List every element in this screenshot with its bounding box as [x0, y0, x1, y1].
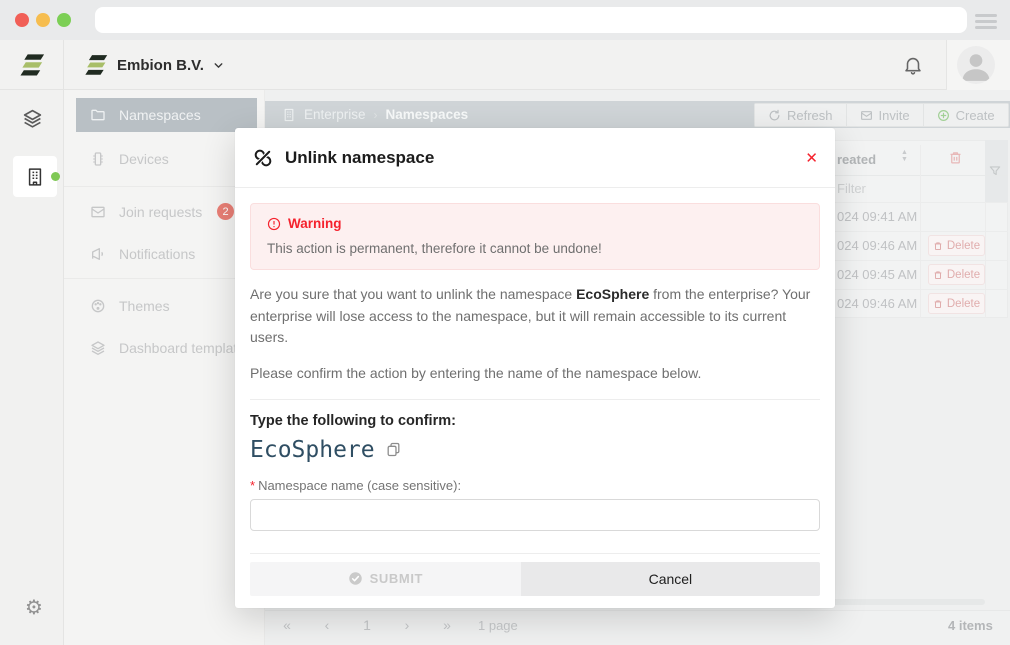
sidebar-item-label: Devices [119, 151, 169, 167]
building-icon [25, 167, 45, 187]
modal-divider [250, 553, 820, 554]
sidebar-item-label: Themes [119, 298, 170, 314]
confirm-paragraph: Are you sure that you want to unlink the… [250, 284, 820, 349]
plus-circle-icon [937, 109, 950, 122]
created-column-header[interactable]: reated [837, 152, 876, 167]
url-bar [95, 7, 967, 33]
toolbar: Refresh Invite Create [754, 103, 1009, 127]
modal-divider [250, 399, 820, 400]
rail-item-namespaces[interactable] [22, 108, 43, 129]
user-avatar[interactable] [957, 46, 995, 84]
org-logo-icon [84, 53, 109, 77]
app-logo-icon [19, 52, 46, 78]
modal-title: Unlink namespace [285, 148, 434, 168]
sidebar-item-dashboard-templates[interactable]: Dashboard templates [76, 331, 257, 365]
delete-button[interactable]: Delete [928, 235, 985, 256]
breadcrumb: Enterprise › Namespaces [282, 107, 468, 122]
delete-label: Delete [947, 240, 980, 252]
cancel-label: Cancel [649, 571, 693, 587]
page-count-label: 1 page [478, 618, 518, 633]
warning-circle-icon [267, 217, 281, 231]
palette-icon [90, 298, 106, 314]
sidebar-item-devices[interactable]: Devices [76, 142, 257, 176]
sidebar-item-label: Dashboard templates [119, 340, 252, 356]
layers-icon [90, 340, 106, 356]
delete-button[interactable]: Delete [928, 293, 985, 314]
envelope-icon [90, 204, 106, 220]
type-to-confirm-label: Type the following to confirm: [250, 413, 820, 429]
namespace-name-inline: EcoSphere [576, 286, 649, 302]
create-button[interactable]: Create [923, 104, 1008, 126]
table-row-created: 024 09:45 AM [837, 267, 917, 282]
create-label: Create [956, 108, 995, 123]
folder-icon [90, 107, 106, 123]
namespace-name-value: EcoSphere [250, 437, 375, 463]
refresh-label: Refresh [787, 108, 833, 123]
close-icon[interactable]: ✕ [805, 149, 818, 167]
sidebar-item-label: Notifications [119, 246, 195, 262]
copy-icon[interactable] [385, 441, 402, 458]
breadcrumb-namespaces: Namespaces [386, 107, 469, 122]
app-screen: Embion B.V. ⚙ [0, 0, 1010, 645]
sidebar-item-themes[interactable]: Themes [76, 289, 257, 323]
check-circle-icon [348, 571, 363, 586]
delete-button[interactable]: Delete [928, 264, 985, 285]
sidebar-item-notifications[interactable]: Notifications [76, 237, 257, 271]
table-row-created: 024 09:46 AM [837, 296, 917, 311]
pagination-next-button[interactable]: › [396, 617, 418, 633]
refresh-button[interactable]: Refresh [755, 104, 846, 126]
browser-chrome [0, 0, 1010, 40]
megaphone-icon [90, 246, 106, 262]
pagination-last-button[interactable]: » [436, 617, 458, 633]
browser-menu-icon[interactable] [975, 14, 997, 32]
items-count-label: 4 items [948, 618, 993, 633]
envelope-icon [860, 109, 873, 122]
breadcrumb-enterprise[interactable]: Enterprise [304, 107, 366, 122]
window-close-button[interactable] [15, 13, 29, 27]
table-row-created: 024 09:46 AM [837, 238, 917, 253]
unlink-namespace-modal: Unlink namespace ✕ Warning This action i… [235, 128, 835, 608]
sort-carets-icon[interactable]: ▲▼ [901, 149, 908, 163]
pagination-page-button[interactable]: 1 [356, 617, 378, 633]
building-icon [282, 108, 296, 122]
delete-label: Delete [947, 269, 980, 281]
sidebar-item-namespaces[interactable]: Namespaces [76, 98, 257, 132]
active-status-dot [51, 172, 60, 181]
submit-button[interactable]: SUBMIT [250, 562, 521, 596]
namespace-field-label: *Namespace name (case sensitive): [250, 478, 820, 493]
confirm-instruction: Please confirm the action by entering th… [250, 363, 820, 385]
delete-label: Delete [947, 298, 980, 310]
submit-label: SUBMIT [370, 571, 423, 586]
namespace-name-input[interactable] [250, 499, 820, 531]
sidebar-item-label: Join requests [119, 204, 202, 220]
org-name: Embion B.V. [117, 57, 204, 74]
unlink-icon [252, 147, 274, 169]
breadcrumb-separator: › [374, 108, 378, 122]
notifications-bell-icon[interactable] [902, 54, 924, 76]
device-icon [90, 151, 106, 167]
warning-title: Warning [288, 216, 342, 231]
invite-button[interactable]: Invite [846, 104, 923, 126]
bulk-delete-trash-icon[interactable] [948, 150, 963, 165]
window-zoom-button[interactable] [57, 13, 71, 27]
chevron-down-icon [212, 59, 225, 72]
warning-alert: Warning This action is permanent, theref… [250, 203, 820, 270]
modal-body: Warning This action is permanent, theref… [235, 188, 835, 608]
created-filter-input[interactable] [837, 181, 917, 196]
org-switcher[interactable]: Embion B.V. [84, 53, 225, 77]
cancel-button[interactable]: Cancel [521, 562, 820, 596]
modal-header: Unlink namespace ✕ [235, 128, 835, 188]
warning-text: This action is permanent, therefore it c… [267, 241, 803, 256]
pagination-prev-button[interactable]: ‹ [316, 617, 338, 633]
window-minimize-button[interactable] [36, 13, 50, 27]
invite-label: Invite [879, 108, 910, 123]
refresh-icon [768, 109, 781, 122]
join-requests-badge: 2 [217, 203, 234, 220]
url-input[interactable] [95, 7, 967, 33]
pagination-first-button[interactable]: « [276, 617, 298, 633]
modal-footer: SUBMIT Cancel [250, 562, 820, 596]
settings-gear-icon[interactable]: ⚙ [25, 595, 43, 619]
table-row-created: 024 09:41 AM [837, 209, 917, 224]
sidebar-item-label: Namespaces [119, 107, 201, 123]
